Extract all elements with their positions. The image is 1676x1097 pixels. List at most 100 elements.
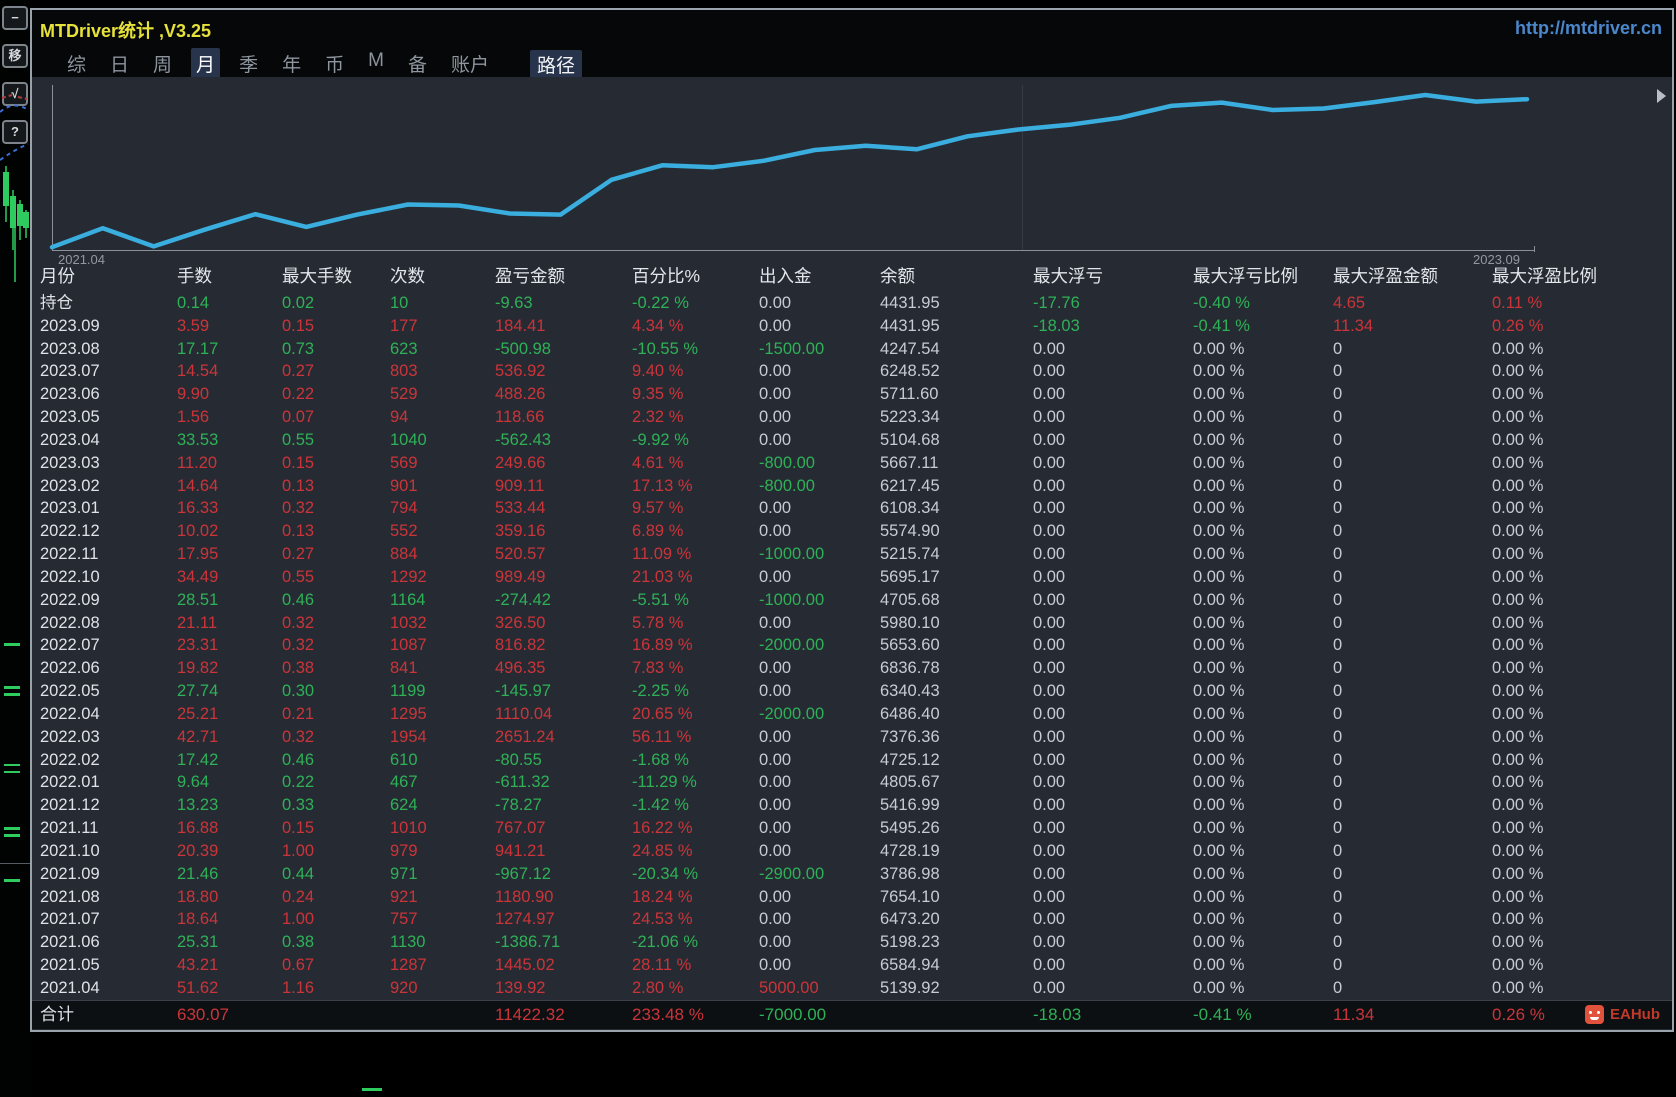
- month-cell: 2021.12: [32, 794, 177, 817]
- table-row[interactable]: 2022.019.640.22467-611.32-11.29 %0.00480…: [32, 771, 1672, 794]
- table-row[interactable]: 2022.1034.490.551292989.4921.03 %0.00569…: [32, 566, 1672, 589]
- tab-日[interactable]: 日: [105, 48, 134, 79]
- value-cell: 0.00: [759, 908, 880, 931]
- value-cell: 21.11: [177, 612, 282, 635]
- value-cell: 9.57 %: [632, 497, 759, 520]
- value-cell: 0.00 %: [1492, 497, 1672, 520]
- tab-年[interactable]: 年: [277, 48, 306, 79]
- table-row[interactable]: 2022.0928.510.461164-274.42-5.51 %-1000.…: [32, 589, 1672, 612]
- value-cell: 5104.68: [880, 429, 1033, 452]
- value-cell: 249.66: [495, 452, 632, 475]
- value-cell: 24.85 %: [632, 840, 759, 863]
- value-cell: -9.92 %: [632, 429, 759, 452]
- value-cell: 0.00 %: [1193, 612, 1333, 635]
- value-cell: 0: [1333, 680, 1492, 703]
- table-row[interactable]: 2022.0217.420.46610-80.55-1.68 %0.004725…: [32, 749, 1672, 772]
- value-cell: 5695.17: [880, 566, 1033, 589]
- table-row[interactable]: 2022.1210.020.13552359.166.89 %0.005574.…: [32, 520, 1672, 543]
- tab-季[interactable]: 季: [234, 48, 263, 79]
- table-row[interactable]: 2021.0625.310.381130-1386.71-21.06 %0.00…: [32, 931, 1672, 954]
- table-row[interactable]: 2021.1213.230.33624-78.27-1.42 %0.005416…: [32, 794, 1672, 817]
- value-cell: 25.21: [177, 703, 282, 726]
- total-row[interactable]: 合计630.0711422.32233.48 %-7000.00-18.03-0…: [32, 1001, 1672, 1028]
- table-row[interactable]: 2022.0723.310.321087816.8216.89 %-2000.0…: [32, 634, 1672, 657]
- value-cell: 0.32: [282, 497, 390, 520]
- value-cell: 5667.11: [880, 452, 1033, 475]
- table-row[interactable]: 2023.069.900.22529488.269.35 %0.005711.6…: [32, 383, 1672, 406]
- tab-M[interactable]: M: [363, 48, 389, 79]
- value-cell: 0.00 %: [1492, 520, 1672, 543]
- table-row[interactable]: 2023.093.590.15177184.414.34 %0.004431.9…: [32, 315, 1672, 338]
- tab-月[interactable]: 月: [191, 48, 220, 79]
- month-cell: 2022.02: [32, 749, 177, 772]
- table-row[interactable]: 2022.0527.740.301199-145.97-2.25 %0.0063…: [32, 680, 1672, 703]
- value-cell: 0.00: [759, 497, 880, 520]
- value-cell: 0.00: [759, 292, 880, 315]
- value-cell: -80.55: [495, 749, 632, 772]
- table-row[interactable]: 2022.1117.950.27884520.5711.09 %-1000.00…: [32, 543, 1672, 566]
- value-cell: 2651.24: [495, 726, 632, 749]
- value-cell: -2000.00: [759, 634, 880, 657]
- value-cell: 0.00 %: [1492, 794, 1672, 817]
- value-cell: -10.55 %: [632, 338, 759, 361]
- scroll-arrow-icon[interactable]: [1657, 89, 1666, 103]
- value-cell: 3786.98: [880, 863, 1033, 886]
- value-cell: 0.00: [1033, 908, 1193, 931]
- table-row[interactable]: 2023.0116.330.32794533.449.57 %0.006108.…: [32, 497, 1672, 520]
- value-cell: 0.00: [759, 360, 880, 383]
- path-button[interactable]: 路径: [530, 50, 582, 79]
- column-header: 盈亏金额: [495, 260, 632, 292]
- value-cell: -0.40 %: [1193, 292, 1333, 315]
- table-row[interactable]: 持仓0.140.0210-9.63-0.22 %0.004431.95-17.7…: [32, 292, 1672, 315]
- table-row[interactable]: 2023.0714.540.27803536.929.40 %0.006248.…: [32, 360, 1672, 383]
- tab-账户[interactable]: 账户: [446, 48, 494, 79]
- value-cell: 21.46: [177, 863, 282, 886]
- month-cell: 2023.01: [32, 497, 177, 520]
- value-cell: -145.97: [495, 680, 632, 703]
- value-cell: 0.22: [282, 771, 390, 794]
- table-row[interactable]: 2021.0543.210.6712871445.0228.11 %0.0065…: [32, 954, 1672, 977]
- table-row[interactable]: 2021.0451.621.16920139.922.80 %5000.0051…: [32, 977, 1672, 1000]
- eahub-label: EAHub: [1610, 1006, 1660, 1023]
- tab-备[interactable]: 备: [403, 48, 432, 79]
- table-row[interactable]: 2021.1020.391.00979941.2124.85 %0.004728…: [32, 840, 1672, 863]
- value-cell: 529: [390, 383, 495, 406]
- table-row[interactable]: 2023.0433.530.551040-562.43-9.92 %0.0051…: [32, 429, 1672, 452]
- table-row[interactable]: 2021.0921.460.44971-967.12-20.34 %-2900.…: [32, 863, 1672, 886]
- value-cell: 0.00 %: [1492, 338, 1672, 361]
- table-row[interactable]: 2023.0311.200.15569249.664.61 %-800.0056…: [32, 452, 1672, 475]
- value-cell: 13.23: [177, 794, 282, 817]
- table-row[interactable]: 2022.0619.820.38841496.357.83 %0.006836.…: [32, 657, 1672, 680]
- value-cell: 0.00: [759, 840, 880, 863]
- value-cell: 0.00 %: [1492, 840, 1672, 863]
- table-row[interactable]: 2023.051.560.0794118.662.32 %0.005223.34…: [32, 406, 1672, 429]
- tab-综[interactable]: 综: [62, 48, 91, 79]
- value-cell: 0: [1333, 452, 1492, 475]
- value-cell: -274.42: [495, 589, 632, 612]
- table-row[interactable]: 2023.0817.170.73623-500.98-10.55 %-1500.…: [32, 338, 1672, 361]
- value-cell: 1.56: [177, 406, 282, 429]
- tab-币[interactable]: 币: [320, 48, 349, 79]
- tab-周[interactable]: 周: [148, 48, 177, 79]
- value-cell: 0.00: [1033, 566, 1193, 589]
- table-row[interactable]: 2021.0718.641.007571274.9724.53 %0.00647…: [32, 908, 1672, 931]
- background-window-divider: [0, 863, 30, 864]
- table-row[interactable]: 2022.0342.710.3219542651.2456.11 %0.0073…: [32, 726, 1672, 749]
- month-cell: 2022.10: [32, 566, 177, 589]
- table-row[interactable]: 2022.0425.210.2112951110.0420.65 %-2000.…: [32, 703, 1672, 726]
- value-cell: 5139.92: [880, 977, 1033, 1000]
- month-cell: 2021.10: [32, 840, 177, 863]
- table-row[interactable]: 2021.1116.880.151010767.0716.22 %0.00549…: [32, 817, 1672, 840]
- table-row[interactable]: 2023.0214.640.13901909.1117.13 %-800.006…: [32, 475, 1672, 498]
- value-cell: 0.00 %: [1193, 634, 1333, 657]
- column-header: 最大浮盈比例: [1492, 260, 1672, 292]
- table-row[interactable]: 2022.0821.110.321032326.505.78 %0.005980…: [32, 612, 1672, 635]
- value-cell: 920: [390, 977, 495, 1000]
- table-row[interactable]: 2021.0818.800.249211180.9018.24 %0.00765…: [32, 886, 1672, 909]
- value-cell: 139.92: [495, 977, 632, 1000]
- website-link[interactable]: http://mtdriver.cn: [1515, 18, 1662, 39]
- value-cell: 0.13: [282, 475, 390, 498]
- value-cell: 623: [390, 338, 495, 361]
- value-cell: 0.00 %: [1492, 566, 1672, 589]
- value-cell: [390, 1001, 495, 1028]
